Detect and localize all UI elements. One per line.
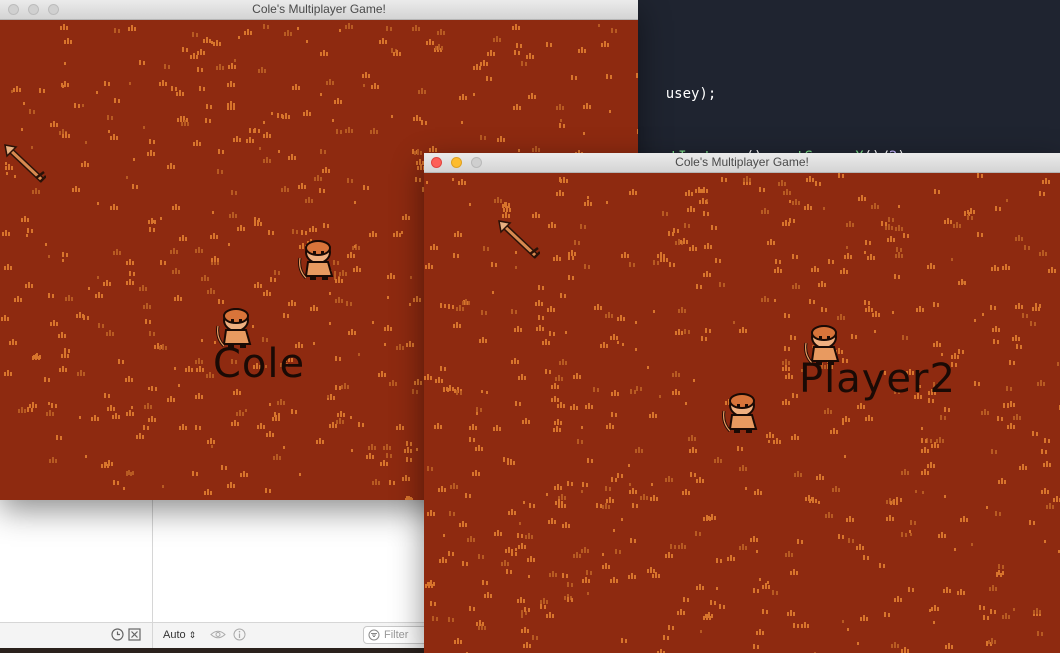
arrow-item-icon: [498, 220, 540, 259]
info-icon[interactable]: [233, 628, 246, 644]
player-name-label: Player2: [799, 356, 956, 402]
game-window-player2[interactable]: Cole's Multiplayer Game! Player2: [424, 153, 1060, 653]
eye-icon[interactable]: [210, 628, 226, 644]
window-title: Cole's Multiplayer Game!: [675, 155, 809, 169]
arrow-item-icon: [4, 144, 46, 183]
game-playfield[interactable]: Player2: [424, 173, 1060, 653]
debug-bottom-bar: Auto ⇕ Filter: [0, 622, 440, 649]
player-sprite-icon: [298, 240, 334, 280]
clock-icon[interactable]: [111, 628, 124, 644]
window-titlebar[interactable]: Cole's Multiplayer Game!: [424, 153, 1060, 173]
auto-select[interactable]: Auto ⇕: [163, 629, 196, 641]
code-line: usey);: [632, 70, 717, 118]
window-titlebar[interactable]: Cole's Multiplayer Game!: [0, 0, 638, 20]
clear-icon[interactable]: [128, 628, 141, 644]
filter-placeholder: Filter: [384, 629, 409, 641]
stepper-icon: ⇕: [188, 630, 197, 640]
code-text: usey);: [665, 86, 717, 102]
filter-icon: [368, 629, 380, 644]
player-sprite-icon: [722, 393, 758, 433]
window-title: Cole's Multiplayer Game!: [252, 2, 386, 16]
player-name-label: Cole: [213, 341, 306, 387]
auto-select-label: Auto: [163, 629, 186, 641]
